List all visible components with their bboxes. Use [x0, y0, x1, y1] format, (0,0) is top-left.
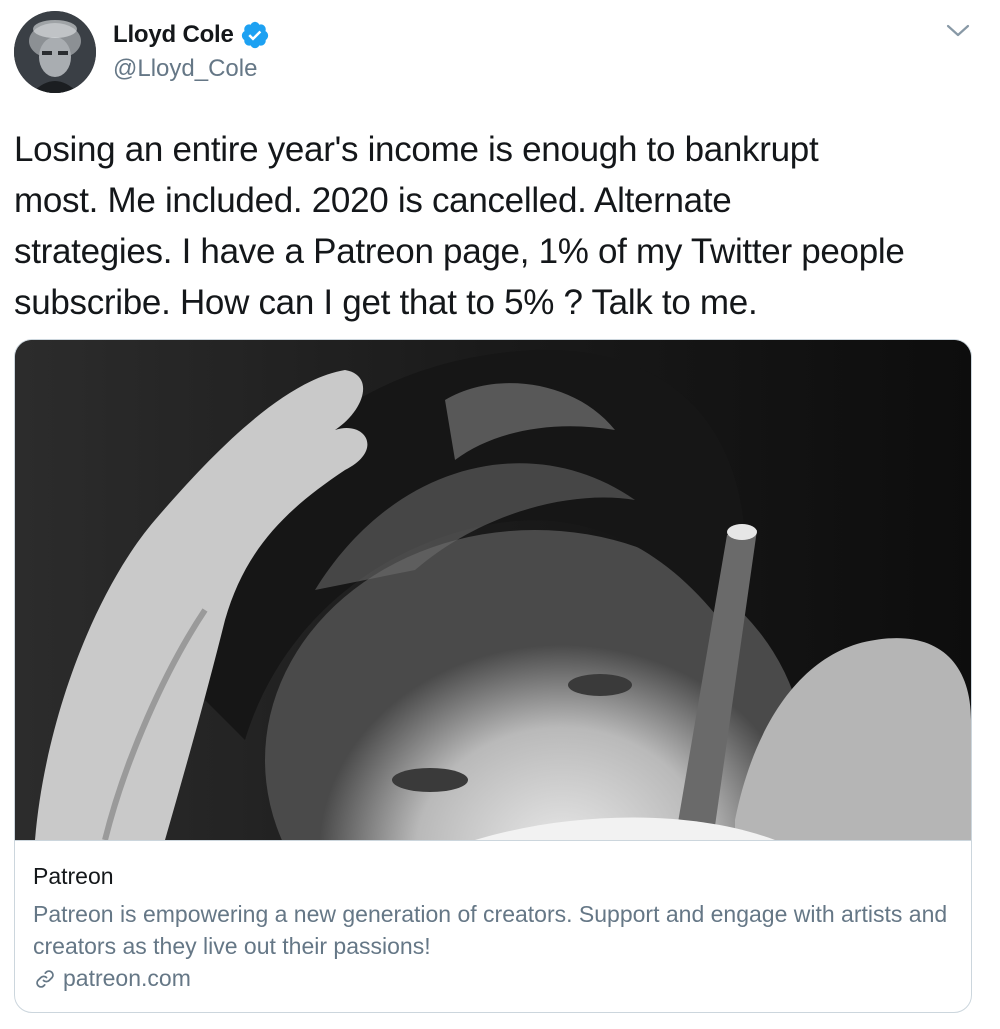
- link-icon: [33, 967, 57, 991]
- card-description: Patreon is empowering a new generation o…: [33, 901, 948, 959]
- card-image[interactable]: [15, 340, 971, 840]
- display-name[interactable]: Lloyd Cole: [113, 21, 234, 49]
- verified-badge-icon: [240, 20, 270, 50]
- author-name-row[interactable]: Lloyd Cole: [113, 20, 270, 50]
- card-domain[interactable]: patreon.com: [63, 965, 191, 992]
- card-site-name: Patreon: [33, 863, 114, 889]
- card-domain-link[interactable]: patreon.com: [33, 965, 191, 992]
- card-meta[interactable]: Patreon Patreon is empowering a new gene…: [15, 840, 971, 1012]
- tweet: Lloyd Cole @Lloyd_Cole Losing an entire …: [0, 0, 1000, 1029]
- tweet-options-chevron-down-icon[interactable]: [944, 20, 972, 42]
- tweet-text: Losing an entire year's income is enough…: [14, 130, 905, 322]
- author-handle[interactable]: @Lloyd_Cole: [113, 55, 257, 83]
- author-avatar[interactable]: [14, 11, 96, 93]
- link-preview-card[interactable]: Patreon Patreon is empowering a new gene…: [14, 339, 972, 1013]
